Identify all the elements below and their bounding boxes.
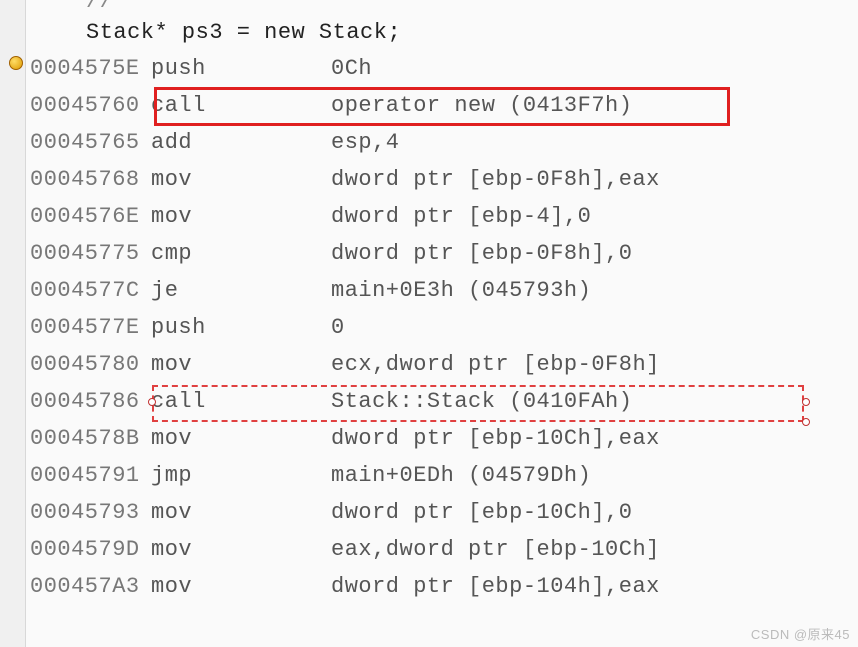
asm-addr: 0004575E	[26, 50, 151, 87]
asm-mnemonic: mov	[151, 161, 331, 198]
asm-row[interactable]: 0004578Bmovdword ptr [ebp-10Ch],eax	[26, 420, 858, 457]
asm-operand: dword ptr [ebp-0F8h],0	[331, 241, 632, 266]
source-code-line: Stack* ps3 = new Stack;	[26, 14, 858, 50]
asm-mnemonic: mov	[151, 420, 331, 457]
breakpoint-marker[interactable]	[9, 56, 23, 70]
asm-mnemonic: add	[151, 124, 331, 161]
asm-row[interactable]: 00045765addesp,4	[26, 124, 858, 161]
asm-operand: dword ptr [ebp-104h],eax	[331, 574, 660, 599]
asm-addr: 00045768	[26, 161, 151, 198]
selection-handle	[148, 398, 156, 406]
asm-mnemonic: jmp	[151, 457, 331, 494]
asm-addr: 00045765	[26, 124, 151, 161]
asm-addr: 00045791	[26, 457, 151, 494]
asm-mnemonic: mov	[151, 346, 331, 383]
asm-row[interactable]: 0004577Epush0	[26, 309, 858, 346]
asm-row[interactable]: 00045760calloperator new (0413F7h)	[26, 87, 858, 124]
gutter	[0, 0, 26, 647]
asm-row[interactable]: 0004576Emovdword ptr [ebp-4],0	[26, 198, 858, 235]
asm-mnemonic: call	[151, 383, 331, 420]
asm-operand: ecx,dword ptr [ebp-0F8h]	[331, 352, 660, 377]
asm-operand: 0Ch	[331, 56, 372, 81]
asm-row[interactable]: 00045768movdword ptr [ebp-0F8h],eax	[26, 161, 858, 198]
asm-mnemonic: call	[151, 87, 331, 124]
disassembly-view: // Stack* ps3 = new Stack; 0004575Epush0…	[0, 0, 858, 647]
asm-addr: 000457A3	[26, 568, 151, 605]
asm-addr: 00045775	[26, 235, 151, 272]
asm-operand: esp,4	[331, 130, 400, 155]
asm-addr: 0004576E	[26, 198, 151, 235]
asm-row[interactable]: 00045775cmpdword ptr [ebp-0F8h],0	[26, 235, 858, 272]
asm-mnemonic: cmp	[151, 235, 331, 272]
asm-operand: operator new (0413F7h)	[331, 93, 632, 118]
asm-operand: dword ptr [ebp-10Ch],0	[331, 500, 632, 525]
asm-operand: 0	[331, 315, 345, 340]
asm-addr: 0004577E	[26, 309, 151, 346]
asm-mnemonic: push	[151, 309, 331, 346]
asm-row[interactable]: 0004577Cjemain+0E3h (045793h)	[26, 272, 858, 309]
asm-operand: Stack::Stack (0410FAh)	[331, 389, 632, 414]
asm-addr: 00045786	[26, 383, 151, 420]
asm-operand: main+0EDh (04579Dh)	[331, 463, 591, 488]
watermark-text: CSDN @原来45	[751, 624, 850, 643]
asm-addr: 0004577C	[26, 272, 151, 309]
asm-addr: 00045793	[26, 494, 151, 531]
asm-row[interactable]: 0004579Dmoveax,dword ptr [ebp-10Ch]	[26, 531, 858, 568]
asm-operand: dword ptr [ebp-0F8h],eax	[331, 167, 660, 192]
selection-handle	[802, 418, 810, 426]
source-comment: //	[26, 0, 858, 14]
asm-operand: dword ptr [ebp-4],0	[331, 204, 591, 229]
asm-mnemonic: push	[151, 50, 331, 87]
asm-operand: dword ptr [ebp-10Ch],eax	[331, 426, 660, 451]
selection-handle	[802, 398, 810, 406]
asm-addr: 00045760	[26, 87, 151, 124]
asm-mnemonic: mov	[151, 531, 331, 568]
asm-addr: 0004578B	[26, 420, 151, 457]
asm-addr: 0004579D	[26, 531, 151, 568]
asm-operand: eax,dword ptr [ebp-10Ch]	[331, 537, 660, 562]
asm-mnemonic: mov	[151, 494, 331, 531]
asm-mnemonic: mov	[151, 568, 331, 605]
asm-addr: 00045780	[26, 346, 151, 383]
asm-row[interactable]: 00045791jmpmain+0EDh (04579Dh)	[26, 457, 858, 494]
asm-operand: main+0E3h (045793h)	[331, 278, 591, 303]
asm-row[interactable]: 000457A3movdword ptr [ebp-104h],eax	[26, 568, 858, 605]
asm-mnemonic: je	[151, 272, 331, 309]
asm-row[interactable]: 00045793movdword ptr [ebp-10Ch],0	[26, 494, 858, 531]
asm-row[interactable]: 0004575Epush0Ch	[26, 50, 858, 87]
code-area: // Stack* ps3 = new Stack; 0004575Epush0…	[26, 0, 858, 605]
asm-row[interactable]: 00045780movecx,dword ptr [ebp-0F8h]	[26, 346, 858, 383]
asm-mnemonic: mov	[151, 198, 331, 235]
